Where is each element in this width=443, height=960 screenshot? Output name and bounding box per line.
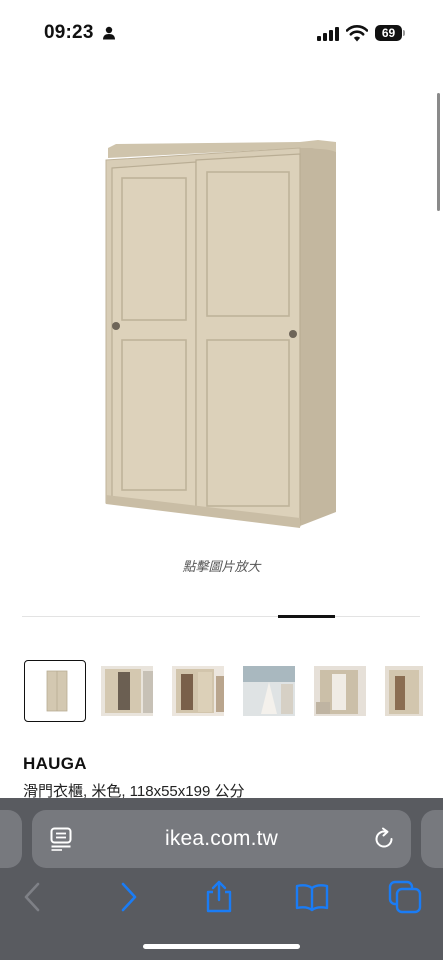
battery-icon: 69 xyxy=(375,25,405,41)
tabs-icon[interactable] xyxy=(388,880,422,914)
right-door-knob xyxy=(289,330,297,338)
left-door-knob xyxy=(112,322,120,330)
thumbnail-6[interactable] xyxy=(380,660,442,722)
browser-toolbar: ikea.com.tw xyxy=(0,798,443,960)
forward-chevron-icon[interactable] xyxy=(111,880,145,914)
reload-icon[interactable] xyxy=(372,827,396,851)
share-icon[interactable] xyxy=(202,880,236,914)
gallery-progress-indicator xyxy=(278,615,335,618)
thumbnail-1[interactable] xyxy=(24,660,86,722)
home-indicator[interactable] xyxy=(143,944,300,949)
person-icon xyxy=(103,26,115,40)
product-name: HAUGA xyxy=(23,754,87,773)
url-text[interactable]: ikea.com.tw xyxy=(32,810,411,868)
battery-tip xyxy=(403,30,405,36)
thumbnail-2[interactable] xyxy=(96,660,158,722)
thumbnail-strip xyxy=(24,660,443,722)
signal-icon xyxy=(317,27,339,41)
status-bar: 09:23 69 xyxy=(0,0,443,62)
thumbnail-4[interactable] xyxy=(238,660,300,722)
wardrobe-right-door xyxy=(195,153,301,521)
bookmarks-icon[interactable] xyxy=(295,880,329,914)
wardrobe-left-door xyxy=(111,161,197,509)
back-chevron-icon[interactable] xyxy=(16,880,50,914)
wardrobe-side-panel xyxy=(300,142,336,526)
thumbnail-5[interactable] xyxy=(309,660,371,722)
wifi-icon xyxy=(346,25,368,42)
gallery-progress-track xyxy=(22,616,420,617)
next-tab-peek[interactable] xyxy=(421,810,443,868)
status-time: 09:23 xyxy=(44,22,94,43)
address-bar[interactable]: ikea.com.tw xyxy=(32,810,411,868)
previous-tab-peek[interactable] xyxy=(0,810,22,868)
battery-level: 69 xyxy=(375,25,402,41)
product-image[interactable] xyxy=(0,120,443,540)
zoom-hint: 點擊圖片放大 xyxy=(182,559,261,574)
thumbnail-3[interactable] xyxy=(167,660,229,722)
